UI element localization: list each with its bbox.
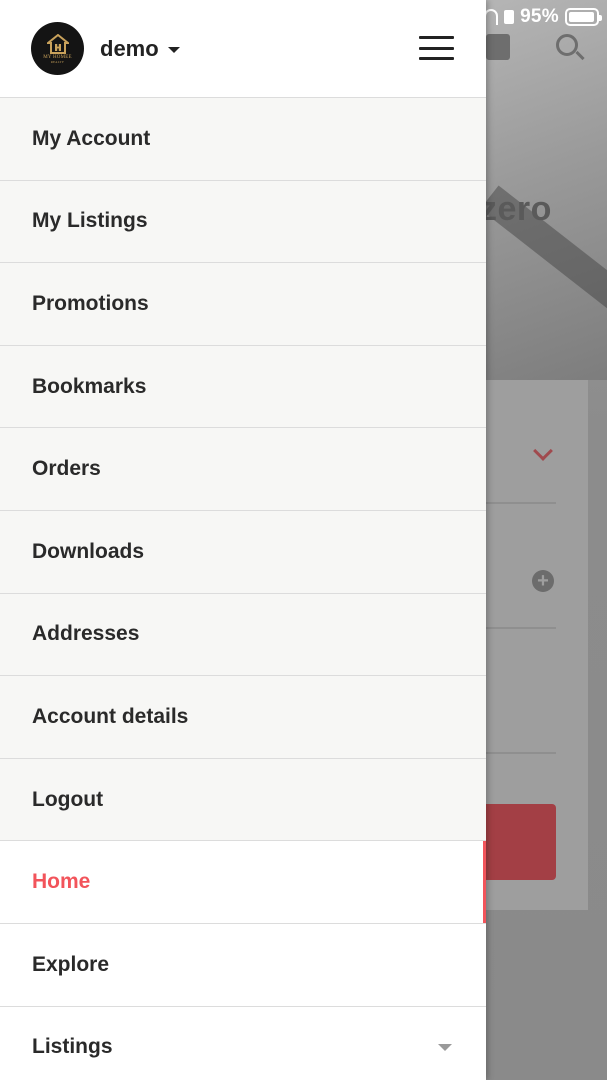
account-menu: My Account My Listings Promotions Bookma… [0, 98, 486, 842]
menu-item-promotions[interactable]: Promotions [0, 263, 486, 346]
hero-title-fragment: zero [480, 190, 552, 228]
battery-percent: 95% [520, 6, 559, 27]
menu-item-account-details[interactable]: Account details [0, 676, 486, 759]
drawer-header: MY HOMEE REALTY demo [0, 0, 486, 98]
menu-item-label: My Listings [32, 209, 148, 233]
divider [486, 752, 556, 754]
search-icon [556, 34, 578, 56]
menu-item-my-listings[interactable]: My Listings [0, 180, 486, 264]
menu-item-label: My Account [32, 126, 151, 150]
menu-item-label: Listings [32, 1035, 113, 1059]
user-name: demo [100, 35, 159, 61]
caret-down-icon [167, 47, 180, 53]
menu-item-downloads[interactable]: Downloads [0, 510, 486, 594]
menu-item-orders[interactable]: Orders [0, 428, 486, 511]
caret-down-icon[interactable] [438, 1044, 452, 1052]
cart-icon [486, 34, 510, 60]
status-bar: 95% [484, 4, 602, 30]
menu-item-label: Promotions [32, 291, 149, 315]
menu-item-bookmarks[interactable]: Bookmarks [0, 345, 486, 429]
menu-item-my-account[interactable]: My Account [0, 98, 486, 181]
divider [486, 627, 556, 629]
battery-level [569, 12, 594, 22]
house-logo-icon [46, 33, 69, 54]
orientation-lock-icon [504, 10, 515, 24]
menu-item-listings[interactable]: Listings [0, 1006, 486, 1080]
menu-item-label: Orders [32, 457, 101, 481]
user-dropdown[interactable]: demo [100, 36, 180, 62]
navigation-drawer: MY HOMEE REALTY demo My Account My Listi… [0, 0, 486, 1080]
menu-item-logout[interactable]: Logout [0, 758, 486, 842]
hamburger-icon-line [419, 46, 454, 50]
menu-item-label: Addresses [32, 622, 140, 646]
plus-icon: + [532, 570, 554, 592]
menu-item-label: Home [32, 870, 91, 894]
hamburger-icon-line [419, 57, 454, 60]
battery-icon [565, 8, 602, 26]
menu-item-explore[interactable]: Explore [0, 923, 486, 1007]
menu-item-addresses[interactable]: Addresses [0, 593, 486, 677]
main-nav-menu: Home Explore Listings [0, 841, 486, 1080]
menu-toggle-button[interactable] [419, 36, 454, 60]
divider [486, 502, 556, 504]
menu-item-label: Explore [32, 952, 110, 976]
avatar[interactable]: MY HOMEE REALTY [31, 22, 84, 75]
menu-item-label: Downloads [32, 539, 145, 563]
hamburger-icon-line [419, 36, 454, 39]
headphones-icon [484, 9, 499, 25]
menu-item-home[interactable]: Home [0, 841, 486, 924]
menu-item-label: Logout [32, 787, 104, 811]
menu-item-label: Bookmarks [32, 374, 147, 398]
avatar-brand-subtext: REALTY [50, 59, 65, 64]
search-button [486, 804, 556, 880]
menu-item-label: Account details [32, 704, 189, 728]
